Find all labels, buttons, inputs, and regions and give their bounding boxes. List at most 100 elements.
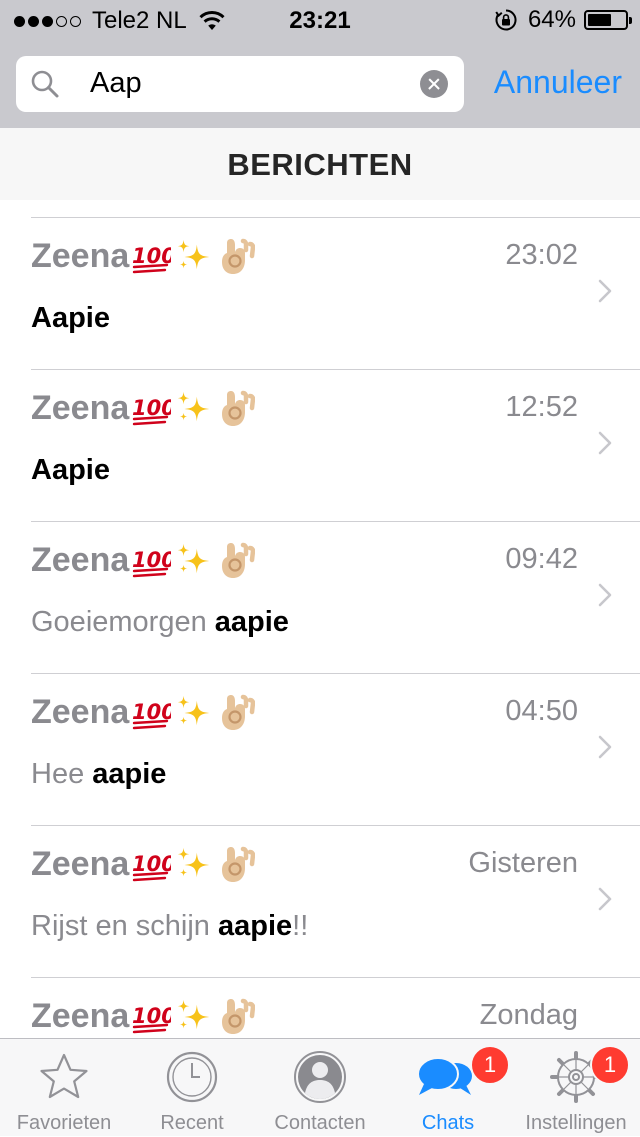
chat-bubbles-icon: [417, 1057, 472, 1095]
chevron-right-icon: [598, 735, 612, 759]
name-emojis: 100: [131, 540, 256, 580]
message-time: 12:52: [505, 391, 578, 423]
sender-name: Zeena: [31, 540, 130, 579]
hundred-points-icon: 100: [132, 244, 171, 274]
message-time: Zondag: [479, 999, 578, 1031]
tab-label: Chats: [421, 1112, 475, 1134]
sparkles-icon: [178, 239, 210, 270]
battery-percentage: 64%: [527, 6, 576, 33]
name-emojis: 100: [131, 692, 256, 732]
tab-label: Contacten: [274, 1112, 366, 1134]
message-time: 04:50: [505, 695, 578, 727]
sender-name: Zeena: [31, 996, 130, 1035]
preview-match: aapie: [92, 758, 167, 790]
clock-icon: [166, 1051, 218, 1103]
tab-contacten[interactable]: Contacten: [256, 1039, 384, 1137]
section-title: BERICHTEN: [227, 147, 413, 182]
preview-text: Rijst en schijn: [31, 910, 218, 942]
name-emojis: 100: [131, 844, 256, 884]
section-header: BERICHTEN: [0, 128, 640, 200]
tab-label: Instellingen: [525, 1112, 627, 1134]
search-result-row[interactable]: Zeena 100 12:52 Aapie: [0, 369, 640, 521]
message-preview: Goeiemorgen aapie: [31, 606, 289, 639]
sender: Zeena 100: [31, 692, 256, 732]
ok-hand-icon: [222, 694, 256, 730]
hundred-points-icon: 100: [132, 548, 171, 578]
message-preview: Hee aapie: [31, 758, 166, 791]
preview-match: aapie: [214, 606, 289, 638]
message-time: 23:02: [505, 239, 578, 271]
sender-name: Zeena: [31, 692, 130, 731]
chevron-right-icon: [598, 279, 612, 303]
sparkles-icon: [178, 999, 210, 1030]
name-emojis: 100: [131, 388, 256, 428]
tab-instellingen[interactable]: Instellingen 1: [512, 1039, 640, 1137]
hundred-points-icon: 100: [132, 396, 171, 426]
sender: Zeena 100: [31, 844, 256, 884]
settings-badge: 1: [590, 1045, 630, 1085]
message-time: Gisteren: [468, 847, 578, 879]
tab-recent[interactable]: Recent: [128, 1039, 256, 1137]
message-preview: Rijst en schijn aapie!!: [31, 910, 308, 943]
tab-label: Favorieten: [16, 1112, 112, 1134]
hundred-points-icon: 100: [132, 700, 171, 730]
sparkles-icon: [178, 695, 210, 726]
ok-hand-icon: [222, 846, 256, 882]
chats-badge: 1: [470, 1045, 510, 1085]
search-result-row[interactable]: Zeena 100 04:50 Hee a: [0, 673, 640, 825]
ok-hand-icon: [222, 390, 256, 426]
ok-hand-icon: [222, 998, 256, 1034]
hundred-points-icon: 100: [132, 852, 171, 882]
tab-favorieten[interactable]: Favorieten: [0, 1039, 128, 1137]
hundred-points-icon: 100: [132, 1004, 171, 1034]
sender: Zeena 100: [31, 236, 256, 276]
row-separator: [31, 369, 640, 370]
person-icon: [294, 1051, 346, 1103]
search-result-row[interactable]: Zeena 100 23:02 Aapie: [0, 217, 640, 369]
search-result-row[interactable]: Zeena 100 Zondag: [0, 977, 640, 1038]
sender-name: Zeena: [31, 388, 130, 427]
search-result-row[interactable]: Zeena 100 Gisteren Ri: [0, 825, 640, 977]
search-results-list: Zeena 100 23:02 Aapie: [0, 200, 640, 1038]
search-field[interactable]: Aap: [16, 56, 464, 112]
cancel-button[interactable]: Annuleer: [494, 64, 622, 101]
row-separator: [31, 217, 640, 218]
battery-icon: [584, 10, 632, 30]
chevron-right-icon: [598, 583, 612, 607]
sender-name: Zeena: [31, 236, 130, 275]
search-query[interactable]: Aap: [90, 67, 142, 100]
row-separator: [31, 521, 640, 522]
sparkles-icon: [178, 391, 210, 422]
message-time: 09:42: [505, 543, 578, 575]
sparkles-icon: [178, 543, 210, 574]
sender: Zeena 100: [31, 540, 256, 580]
tab-bar: Favorieten Recent Contacten Chats 1 Inst…: [0, 1038, 640, 1136]
chevron-right-icon: [598, 431, 612, 455]
tab-chats[interactable]: Chats 1: [384, 1039, 512, 1137]
preview-match: Aapie: [31, 302, 110, 334]
search-result-row[interactable]: Zeena 100 09:42 Goeie: [0, 521, 640, 673]
message-preview: Aapie: [31, 454, 110, 487]
preview-match: Aapie: [31, 454, 110, 486]
name-emojis: 100: [131, 996, 256, 1036]
name-emojis: 100: [131, 236, 256, 276]
sender: Zeena 100: [31, 388, 256, 428]
ok-hand-icon: [222, 542, 256, 578]
row-separator: [31, 977, 640, 978]
ok-hand-icon: [222, 238, 256, 274]
clear-search-icon[interactable]: [420, 70, 448, 98]
row-separator: [31, 825, 640, 826]
preview-text: Hee: [31, 758, 93, 790]
status-right: 64%: [494, 6, 632, 34]
preview-text: Goeiemorgen: [31, 606, 215, 638]
status-bar: Tele2 NL 23:21 64%: [0, 0, 640, 40]
preview-match: aapie: [217, 910, 293, 942]
top-bar: Tele2 NL 23:21 64% Aap Annuleer: [0, 0, 640, 128]
message-preview: Aapie: [31, 302, 110, 335]
sender-name: Zeena: [31, 844, 130, 883]
sparkles-icon: [178, 847, 210, 878]
sender: Zeena 100: [31, 996, 256, 1036]
row-separator: [31, 673, 640, 674]
preview-text-suffix: !!: [292, 910, 309, 942]
tab-label: Recent: [160, 1112, 224, 1134]
